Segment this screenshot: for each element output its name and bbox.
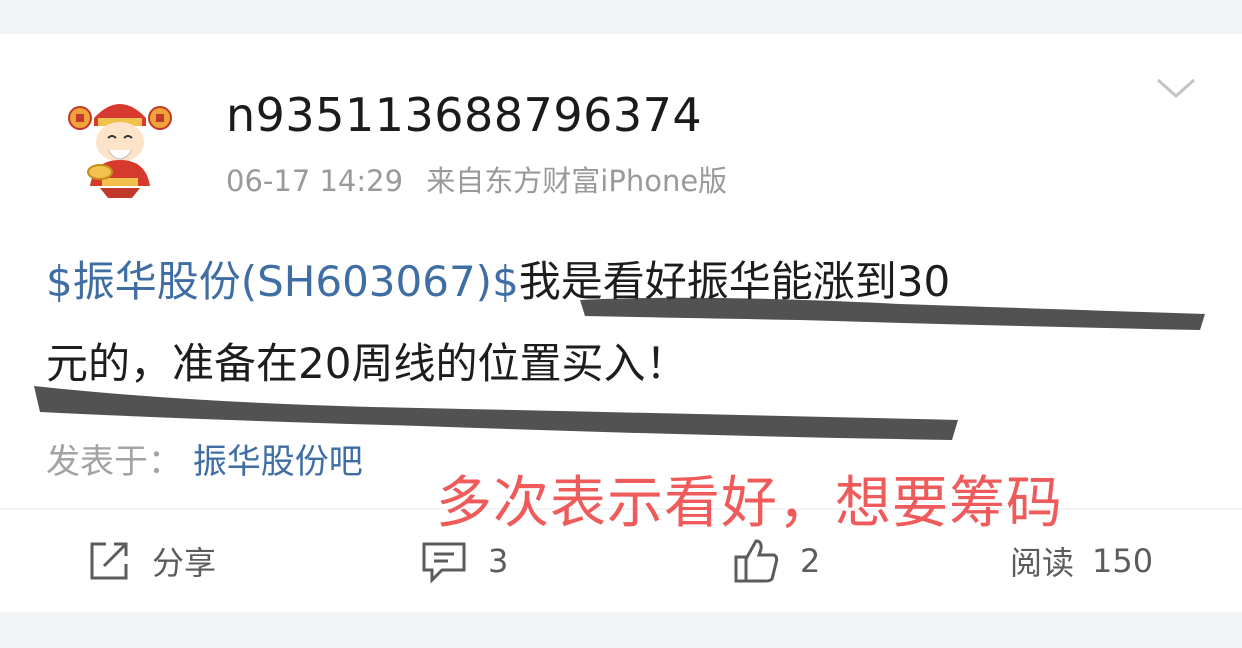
post-text-part-1: 我是看好振华能涨到30 xyxy=(518,257,951,306)
stock-link[interactable]: $振华股份(SH603067)$ xyxy=(46,257,519,306)
like-button[interactable]: 2 xyxy=(732,534,820,588)
share-label: 分享 xyxy=(152,544,217,582)
share-button[interactable]: 分享 xyxy=(86,534,216,588)
post-meta: 06-17 14:29 来自东方财富iPhone版 xyxy=(226,158,727,200)
post-source: 来自东方财富iPhone版 xyxy=(426,164,728,198)
read-count: 150 xyxy=(1092,542,1154,580)
chevron-down-icon[interactable] xyxy=(1154,66,1198,110)
comment-icon xyxy=(422,542,466,584)
post-content-line-2: 元的，准备在20周线的位置买入！ xyxy=(46,339,688,388)
comment-count: 3 xyxy=(488,542,509,580)
post-time: 06-17 14:29 xyxy=(226,164,404,198)
posted-in: 发表于： 振华股份吧 xyxy=(46,434,363,483)
read-label: 阅读 xyxy=(1010,544,1075,582)
username[interactable]: n935113688796374 xyxy=(226,88,702,142)
user-avatar[interactable] xyxy=(64,88,176,200)
read-count-display: 阅读 150 xyxy=(1010,534,1153,588)
red-annotation: 多次表示看好，想要筹码 xyxy=(436,471,1063,536)
post-content-line-1: $振华股份(SH603067)$我是看好振华能涨到30 xyxy=(46,248,950,309)
comment-button[interactable]: 3 xyxy=(420,534,508,588)
like-count: 2 xyxy=(800,542,821,580)
posted-in-label: 发表于： xyxy=(46,442,182,482)
like-icon xyxy=(734,539,779,583)
share-icon xyxy=(90,542,128,580)
forum-link[interactable]: 振华股份吧 xyxy=(193,442,363,482)
